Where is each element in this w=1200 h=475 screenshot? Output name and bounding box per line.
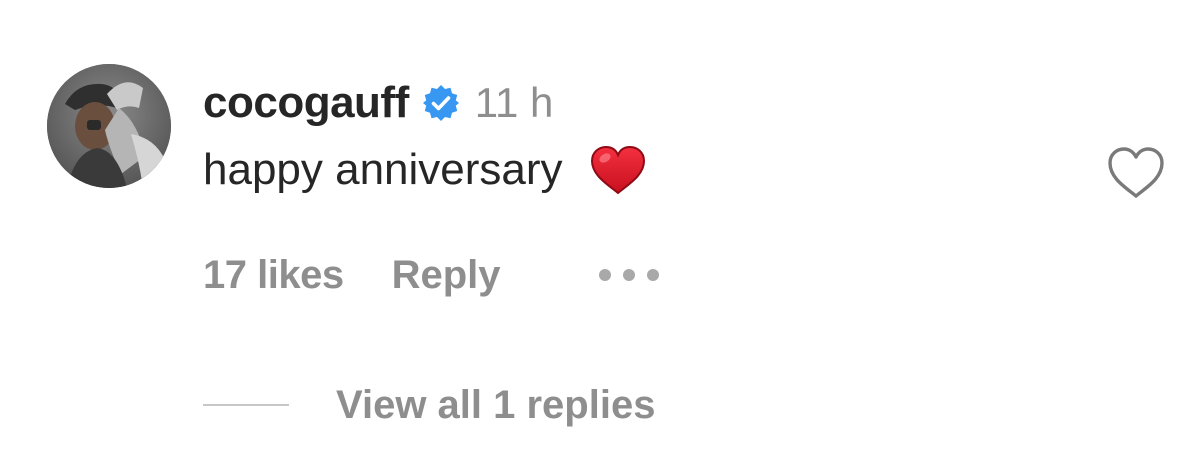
comment-header: cocogauff 11 h xyxy=(203,78,553,128)
comment-timestamp: 11 h xyxy=(474,79,554,126)
likes-count[interactable]: 17 likes xyxy=(203,253,344,298)
more-dots-icon xyxy=(598,269,611,281)
heart-outline-icon xyxy=(1108,147,1164,198)
view-replies-button[interactable]: View all 1 replies xyxy=(203,380,655,430)
avatar[interactable] xyxy=(47,64,171,188)
comment-actions: 17 likes Reply xyxy=(203,250,659,300)
more-options-button[interactable] xyxy=(598,260,659,290)
verified-badge-icon xyxy=(421,83,461,123)
avatar-photo xyxy=(47,64,171,188)
red-heart-emoji-icon xyxy=(589,145,647,195)
more-dots-icon xyxy=(622,269,635,281)
more-dots-icon xyxy=(646,269,659,281)
comment-text: happy anniversary xyxy=(203,145,563,194)
replies-divider-line xyxy=(203,404,289,406)
like-comment-button[interactable] xyxy=(1105,145,1167,201)
reply-button[interactable]: Reply xyxy=(392,253,501,298)
comment-text-row: happy anniversary xyxy=(203,140,647,200)
username[interactable]: cocogauff xyxy=(203,78,409,128)
view-replies-label: View all 1 replies xyxy=(336,382,656,427)
